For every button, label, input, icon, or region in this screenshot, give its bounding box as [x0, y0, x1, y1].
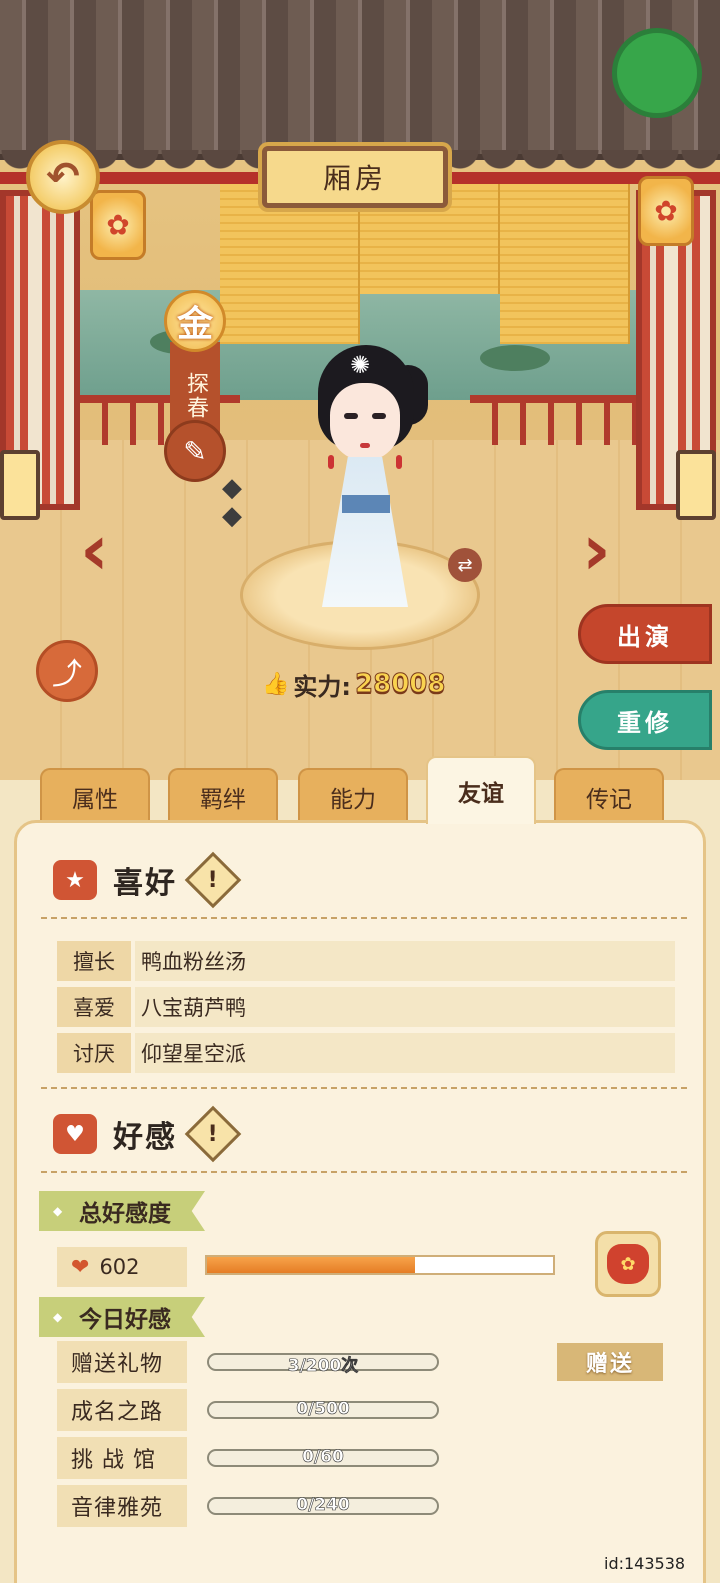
heart-icon: ❤	[71, 1254, 90, 1280]
swap-outfit-icon[interactable]: ⇄	[448, 548, 482, 582]
share-button[interactable]: ⤴	[36, 640, 98, 702]
tab-attributes[interactable]: 属性	[40, 768, 150, 824]
today-favor-key: 赠送礼物	[57, 1341, 187, 1383]
lantern: ✿	[638, 176, 694, 246]
sash	[342, 495, 390, 513]
preference-row: 喜爱 八宝葫芦鸭	[57, 987, 675, 1027]
eye	[344, 413, 358, 419]
preference-key: 喜爱	[57, 987, 131, 1027]
character-avatar[interactable]: ✺	[300, 345, 430, 615]
today-favor-progress: 0/60	[302, 1447, 344, 1468]
gift-bag-icon: ✿	[607, 1244, 649, 1284]
send-gift-button[interactable]: 赠送	[557, 1343, 663, 1381]
character-rank-banner: 探春 金 ✎	[164, 290, 226, 490]
preference-key: 擅长	[57, 941, 131, 981]
preferences-header: ★ 喜好 !	[53, 851, 242, 909]
tab-bonds[interactable]: 羁绊	[168, 768, 278, 824]
retrain-button[interactable]: 重修	[578, 690, 712, 750]
preference-value: 仰望星空派	[135, 1033, 675, 1073]
tab-abilities[interactable]: 能力	[298, 768, 408, 824]
user-id: id:143538	[604, 1554, 686, 1573]
today-favor-progress: 3/200次	[287, 1356, 359, 1377]
wall-lamp	[0, 450, 40, 520]
total-favor-bar-fill	[207, 1257, 415, 1273]
favor-header: ♥ 好感 !	[53, 1105, 242, 1163]
earring	[396, 455, 402, 469]
today-favor-bar: 0/500	[207, 1399, 439, 1420]
power-value: 28008	[355, 669, 446, 700]
page-title-plaque: 厢房	[262, 146, 448, 208]
gift-bag-button[interactable]: ✿	[595, 1231, 661, 1297]
preference-key: 讨厌	[57, 1033, 131, 1073]
info-icon[interactable]: !	[184, 1105, 242, 1163]
today-favor-row: 成名之路 0/500	[57, 1389, 675, 1431]
today-favor-progress: 0/240	[296, 1495, 350, 1516]
today-favor-key: 音律雅苑	[57, 1485, 187, 1527]
share-icon: ⤴	[52, 657, 82, 692]
info-icon[interactable]: !	[184, 851, 242, 909]
flower-icon: ✿	[106, 208, 130, 242]
preferences-title: 喜好	[113, 866, 177, 901]
robe	[322, 457, 408, 607]
preference-value: 八宝葫芦鸭	[135, 987, 675, 1027]
face	[330, 383, 400, 461]
detail-tabs: 属性 羁绊 能力 传记	[40, 756, 680, 824]
top-right-badge[interactable]	[612, 28, 702, 118]
today-favor-row: 挑 战 馆 0/60	[57, 1437, 675, 1479]
total-favor-ribbon: 总好感度	[39, 1191, 205, 1231]
bamboo-blind	[220, 184, 360, 344]
brush-icon[interactable]: ✎	[164, 420, 226, 482]
flower-icon: ✿	[654, 194, 678, 228]
today-favor-bar: 3/200次	[207, 1353, 439, 1376]
hairpin-icon: ✺	[350, 351, 371, 379]
back-button[interactable]: ↶	[26, 140, 100, 214]
total-favor-bar	[205, 1255, 555, 1275]
rank-badge: 金	[164, 290, 226, 352]
total-favor-number: 602	[99, 1255, 140, 1279]
friendship-panel: ★ 喜好 ! 擅长 鸭血粉丝汤 喜爱 八宝葫芦鸭 讨厌 仰望星空派 ♥ 好感 !…	[14, 820, 706, 1583]
mouth	[360, 443, 370, 448]
today-favor-key: 成名之路	[57, 1389, 187, 1431]
lantern: ✿	[90, 190, 146, 260]
earring	[328, 455, 334, 469]
power-label: 实力:	[293, 672, 352, 701]
favor-title: 好感	[113, 1120, 177, 1155]
prev-character-arrow-icon[interactable]: ‹	[80, 515, 138, 585]
today-favor-key: 挑 战 馆	[57, 1437, 187, 1479]
thumbs-up-icon: 👍	[262, 671, 290, 697]
today-favor-bar: 0/240	[207, 1495, 439, 1516]
power-display: 👍 实力: 28008	[262, 664, 446, 704]
red-fence	[470, 395, 640, 445]
heart-speech-icon: ♥	[53, 1114, 97, 1154]
total-favor-value: ❤ 602	[57, 1247, 187, 1287]
back-arrow-icon: ↶	[46, 154, 80, 200]
today-favor-bar: 0/60	[207, 1447, 439, 1468]
today-favor-progress: 0/500	[296, 1399, 350, 1420]
today-favor-ribbon: 今日好感	[39, 1297, 205, 1337]
preference-value: 鸭血粉丝汤	[135, 941, 675, 981]
today-favor-row: 音律雅苑 0/240	[57, 1485, 675, 1527]
preference-row: 讨厌 仰望星空派	[57, 1033, 675, 1073]
next-character-arrow-icon[interactable]: ›	[582, 515, 640, 585]
preference-row: 擅长 鸭血粉丝汤	[57, 941, 675, 981]
page-title: 厢房	[322, 162, 387, 195]
wall-lamp	[676, 450, 716, 520]
perform-button[interactable]: 出演	[578, 604, 712, 664]
star-speech-icon: ★	[53, 860, 97, 900]
eye	[372, 413, 386, 419]
tab-biography[interactable]: 传记	[554, 768, 664, 824]
lily-pad	[480, 345, 550, 371]
bamboo-blind	[500, 184, 630, 344]
